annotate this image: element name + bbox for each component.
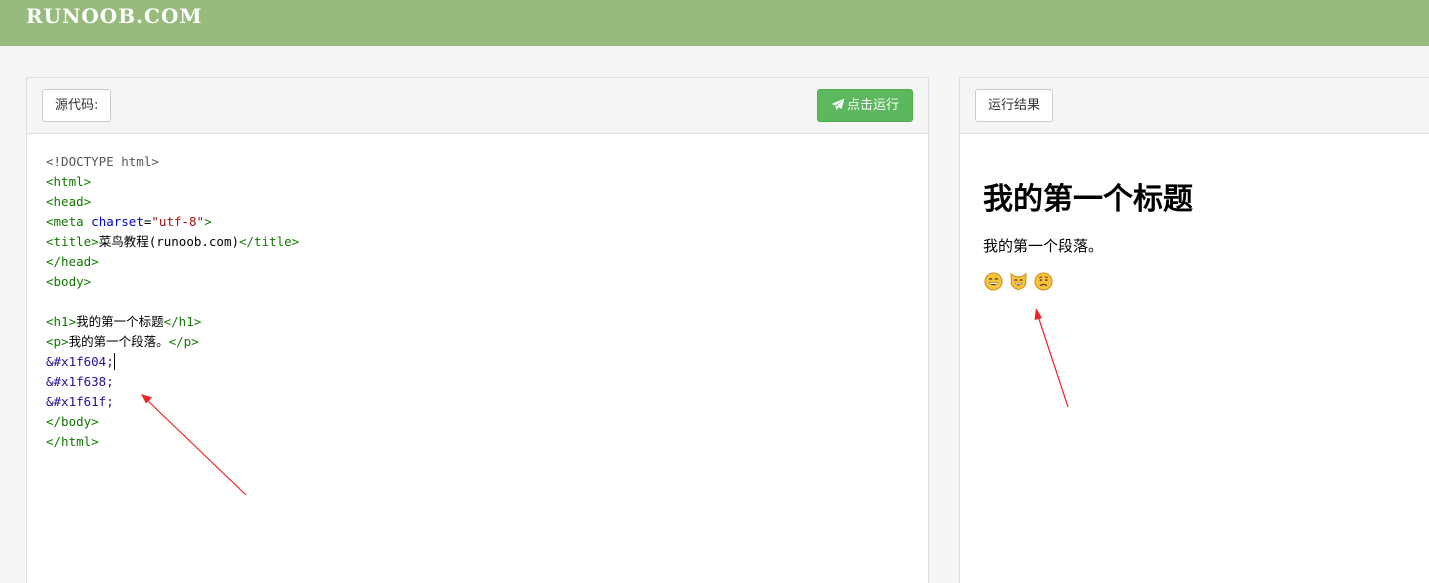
run-button-label: 点击运行 — [846, 98, 899, 113]
source-code-tab[interactable]: 源代码: — [42, 89, 112, 122]
result-tab[interactable]: 运行结果 — [975, 89, 1054, 122]
result-heading: 我的第一个标题 — [983, 182, 1193, 217]
text-cursor — [113, 353, 115, 370]
result-paragraph: 我的第一个段落。 — [983, 237, 1104, 255]
code-line: <body> — [46, 274, 92, 289]
site-logo[interactable]: RUNOOB.COM — [26, 4, 203, 28]
worried-face-icon — [1034, 272, 1053, 291]
code-line: <head> — [46, 194, 92, 209]
result-panel: 运行结果 我的第一个标题 我的第一个段落。 — [959, 77, 1429, 583]
source-code-panel: 源代码: 点击运行 <!DOCTYPE html> <html> <head> … — [26, 77, 929, 583]
result-panel-header: 运行结果 — [960, 78, 1429, 134]
code-line: <html> — [46, 174, 92, 189]
code-line: <title>菜鸟教程(runoob.com)</title> — [46, 234, 300, 249]
code-editor[interactable]: <!DOCTYPE html> <html> <head> <meta char… — [46, 152, 299, 452]
code-line: <p>我的第一个段落。</p> — [46, 334, 199, 349]
code-line: &#x1f61f; — [46, 394, 114, 409]
emoji-row — [984, 272, 1059, 292]
grinning-face-icon — [984, 272, 1003, 291]
code-line: <h1>我的第一个标题</h1> — [46, 314, 202, 329]
code-line: </body> — [46, 414, 99, 429]
send-icon — [831, 98, 845, 111]
code-line: <!DOCTYPE html> — [46, 154, 159, 169]
code-line: </head> — [46, 254, 99, 269]
code-line: &#x1f604; — [46, 353, 115, 370]
code-line: </html> — [46, 434, 99, 449]
source-panel-header: 源代码: 点击运行 — [27, 78, 928, 134]
code-line: &#x1f638; — [46, 374, 114, 389]
top-bar: RUNOOB.COM — [0, 0, 1429, 46]
grinning-cat-icon — [1010, 273, 1027, 291]
code-line: <meta charset="utf-8"> — [46, 214, 212, 229]
run-button[interactable]: 点击运行 — [816, 89, 913, 122]
